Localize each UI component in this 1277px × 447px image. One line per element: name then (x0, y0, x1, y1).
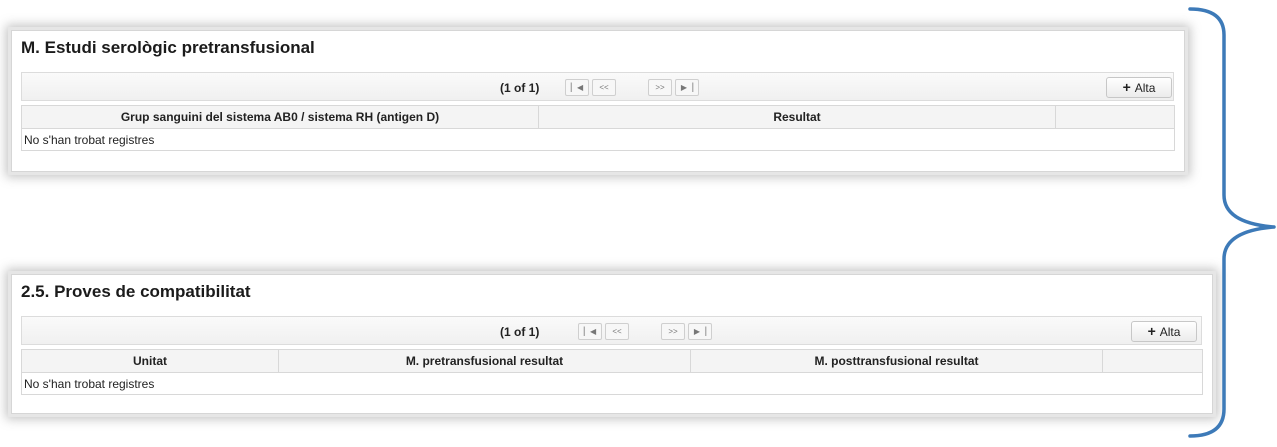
last-page-button[interactable]: ▶▕ (675, 79, 699, 96)
paginator-bar: (1 of 1) ▏◀ << >> ▶▕ + Alta (21, 316, 1202, 345)
table-header-row: Unitat M. pretransfusional resultat M. p… (21, 349, 1203, 373)
page-count: (1 of 1) (500, 325, 540, 339)
prev-page-button[interactable]: << (605, 323, 629, 340)
table-row: No s'han trobat registres (21, 128, 1175, 151)
next-page-button[interactable]: >> (661, 323, 685, 340)
plus-icon: + (1122, 79, 1131, 95)
page-count: (1 of 1) (500, 81, 540, 95)
table-header-row: Grup sanguini del sistema AB0 / sistema … (21, 105, 1175, 129)
curly-bracket-icon (1188, 7, 1276, 438)
empty-message: No s'han trobat registres (21, 372, 1203, 395)
first-page-icon: ▏◀ (570, 83, 584, 92)
serology-table: Grup sanguini del sistema AB0 / sistema … (21, 105, 1175, 151)
prev-page-button[interactable]: << (592, 79, 616, 96)
paginator-bar: (1 of 1) ▏◀ << >> ▶▕ + Alta (21, 72, 1174, 101)
prev-page-icon: << (599, 83, 609, 92)
compatibility-table: Unitat M. pretransfusional resultat M. p… (21, 349, 1203, 395)
column-header-pre-result[interactable]: M. pretransfusional resultat (278, 349, 691, 373)
column-header-blood-group[interactable]: Grup sanguini del sistema AB0 / sistema … (21, 105, 539, 129)
table-row: No s'han trobat registres (21, 372, 1203, 395)
first-page-icon: ▏◀ (583, 327, 597, 336)
plus-icon: + (1147, 323, 1156, 339)
first-page-button[interactable]: ▏◀ (578, 323, 602, 340)
add-button[interactable]: + Alta (1106, 77, 1172, 98)
column-header-unit[interactable]: Unitat (21, 349, 279, 373)
next-page-button[interactable]: >> (648, 79, 672, 96)
next-page-icon: >> (655, 83, 665, 92)
column-header-actions (1055, 105, 1175, 129)
add-label: Alta (1159, 325, 1181, 339)
compatibility-panel: 2.5. Proves de compatibilitat (1 of 1) ▏… (11, 274, 1213, 414)
panel-title: 2.5. Proves de compatibilitat (21, 282, 251, 301)
column-header-post-result[interactable]: M. posttransfusional resultat (690, 349, 1103, 373)
last-page-icon: ▶▕ (693, 327, 707, 336)
last-page-button[interactable]: ▶▕ (688, 323, 712, 340)
serology-panel: M. Estudi serològic pretransfusional (1 … (11, 30, 1185, 172)
first-page-button[interactable]: ▏◀ (565, 79, 589, 96)
panel-title: M. Estudi serològic pretransfusional (21, 38, 315, 57)
last-page-icon: ▶▕ (680, 83, 694, 92)
next-page-icon: >> (668, 327, 678, 336)
column-header-result[interactable]: Resultat (538, 105, 1056, 129)
empty-message: No s'han trobat registres (21, 128, 1175, 151)
add-label: Alta (1134, 81, 1156, 95)
prev-page-icon: << (612, 327, 622, 336)
